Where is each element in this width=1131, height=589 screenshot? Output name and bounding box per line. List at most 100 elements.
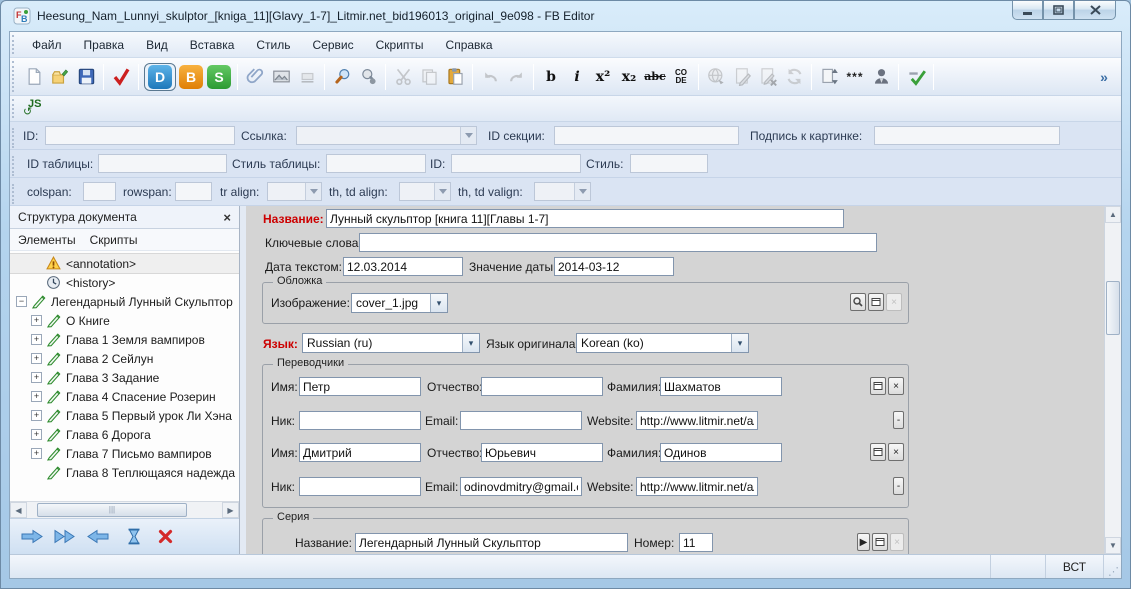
toolbar-grip[interactable]: [12, 99, 17, 118]
chevron-down-icon[interactable]: [460, 127, 476, 144]
code-icon[interactable]: CODE: [668, 63, 694, 91]
bold-icon[interactable]: b: [538, 63, 564, 91]
replace-icon[interactable]: [355, 63, 381, 91]
expand-icon[interactable]: +: [31, 410, 42, 421]
toolbar-grip[interactable]: [12, 35, 17, 54]
attach-binary-icon[interactable]: [242, 63, 268, 91]
menu-item[interactable]: Справка: [435, 34, 504, 56]
move-back-button[interactable]: [86, 529, 110, 544]
password-icon[interactable]: ***: [842, 63, 868, 91]
collapse-contact-button[interactable]: -: [893, 477, 904, 495]
cell-id-input[interactable]: [451, 154, 581, 173]
scrollbar-thumb[interactable]: [1106, 281, 1120, 335]
tree-item[interactable]: +Глава 6 Дорога: [10, 425, 239, 444]
overflow-chevron-icon[interactable]: »: [1091, 63, 1117, 91]
expand-series-button[interactable]: ▶: [857, 533, 870, 551]
scroll-down-icon[interactable]: ▼: [1105, 537, 1121, 554]
toolbar-grip[interactable]: [12, 61, 17, 92]
expand-icon[interactable]: +: [31, 429, 42, 440]
expand-icon[interactable]: +: [31, 391, 42, 402]
tree-item[interactable]: −Легендарный Лунный Скульптор: [10, 292, 239, 311]
remove-translator-button[interactable]: ×: [888, 443, 904, 461]
section-id-input[interactable]: [554, 126, 739, 145]
menu-item[interactable]: Правка: [73, 34, 136, 56]
chevron-down-icon[interactable]: [574, 183, 590, 200]
date-value-input[interactable]: [554, 257, 674, 276]
run-script-icon[interactable]: JS ↺: [21, 98, 47, 120]
expand-icon[interactable]: +: [31, 448, 42, 459]
spellcheck-icon[interactable]: [903, 63, 929, 91]
tree-item[interactable]: +Глава 7 Письмо вампиров: [10, 444, 239, 463]
paste-icon[interactable]: [442, 63, 468, 91]
chevron-down-icon[interactable]: [305, 183, 321, 200]
menu-item[interactable]: Вставка: [179, 34, 246, 56]
toolbar-grip[interactable]: [12, 156, 17, 176]
cut-icon[interactable]: [390, 63, 416, 91]
open-translator-window-button[interactable]: [870, 377, 886, 395]
toolbar-grip[interactable]: [12, 184, 17, 204]
scroll-left-icon[interactable]: ◀: [10, 502, 27, 518]
remove-translator-button[interactable]: ×: [888, 377, 904, 395]
tree-item[interactable]: <history>: [10, 273, 239, 292]
scrollbar-track[interactable]: [27, 502, 222, 518]
move-fast-forward-button[interactable]: [53, 529, 77, 544]
find-icon[interactable]: [329, 63, 355, 91]
close-panel-icon[interactable]: ×: [223, 210, 231, 225]
redo-icon[interactable]: [503, 63, 529, 91]
menu-item[interactable]: Вид: [135, 34, 179, 56]
minimize-button[interactable]: [1012, 1, 1043, 20]
refresh-icon[interactable]: [781, 63, 807, 91]
menu-item[interactable]: Сервис: [302, 34, 365, 56]
tree-item[interactable]: +Глава 5 Первый урок Ли Хэна: [10, 406, 239, 425]
tree-item[interactable]: Глава 8 Теплющаяся надежда: [10, 463, 239, 482]
subscript-icon[interactable]: x₂: [616, 63, 642, 91]
expand-icon[interactable]: +: [31, 372, 42, 383]
undo-icon[interactable]: [477, 63, 503, 91]
source-language-combobox[interactable]: Korean (ko): [576, 333, 749, 353]
tree-item[interactable]: +Глава 4 Спасение Розерин: [10, 387, 239, 406]
new-document-icon[interactable]: [21, 63, 47, 91]
chevron-down-icon[interactable]: [430, 294, 447, 312]
tree-item[interactable]: <annotation>: [10, 254, 239, 273]
link-icon[interactable]: [703, 63, 729, 91]
swap-sections-icon[interactable]: [816, 63, 842, 91]
translator-last-name-input[interactable]: [660, 377, 782, 396]
menu-item[interactable]: Скрипты: [365, 34, 435, 56]
tree-item[interactable]: +Глава 2 Сейлун: [10, 349, 239, 368]
translator-middle-name-input[interactable]: [481, 377, 603, 396]
view-cover-button[interactable]: [850, 293, 866, 311]
copy-icon[interactable]: [416, 63, 442, 91]
series-name-input[interactable]: [355, 533, 628, 552]
expand-icon[interactable]: +: [31, 315, 42, 326]
collapse-icon[interactable]: −: [16, 296, 27, 307]
chevron-down-icon[interactable]: [434, 183, 450, 200]
id-input[interactable]: [45, 126, 235, 145]
book-title-input[interactable]: [326, 209, 844, 228]
scroll-up-icon[interactable]: ▲: [1105, 206, 1121, 223]
delete-description-icon[interactable]: [755, 63, 781, 91]
mode-source-button[interactable]: S: [207, 65, 231, 89]
open-series-window-button[interactable]: [872, 533, 888, 551]
menu-item[interactable]: Стиль: [245, 34, 301, 56]
cover-image-combobox[interactable]: cover_1.jpg: [351, 293, 448, 313]
tree-item[interactable]: +О Книге: [10, 311, 239, 330]
scrollbar-thumb[interactable]: [37, 503, 187, 517]
collapse-contact-button[interactable]: -: [893, 411, 904, 429]
translator-email-input[interactable]: [460, 411, 582, 430]
mode-description-button[interactable]: D: [148, 65, 172, 89]
cell-style-input[interactable]: [630, 154, 708, 173]
inline-image-icon[interactable]: [294, 63, 320, 91]
strikethrough-icon[interactable]: abc: [642, 63, 668, 91]
title-bar[interactable]: FB Heesung_Nam_Lunnyi_skulptor_[kniga_11…: [1, 1, 1130, 31]
move-forward-button[interactable]: [20, 529, 44, 544]
th-td-valign-combobox[interactable]: [534, 182, 591, 201]
translator-website-input[interactable]: [636, 477, 758, 496]
open-cover-window-button[interactable]: [868, 293, 884, 311]
translator-first-name-input[interactable]: [299, 377, 421, 396]
edit-description-icon[interactable]: [729, 63, 755, 91]
superscript-icon[interactable]: x²: [590, 63, 616, 91]
keywords-input[interactable]: [359, 233, 877, 252]
restore-button[interactable]: [1043, 1, 1074, 20]
scroll-right-icon[interactable]: ▶: [222, 502, 239, 518]
close-button[interactable]: [1074, 1, 1116, 20]
